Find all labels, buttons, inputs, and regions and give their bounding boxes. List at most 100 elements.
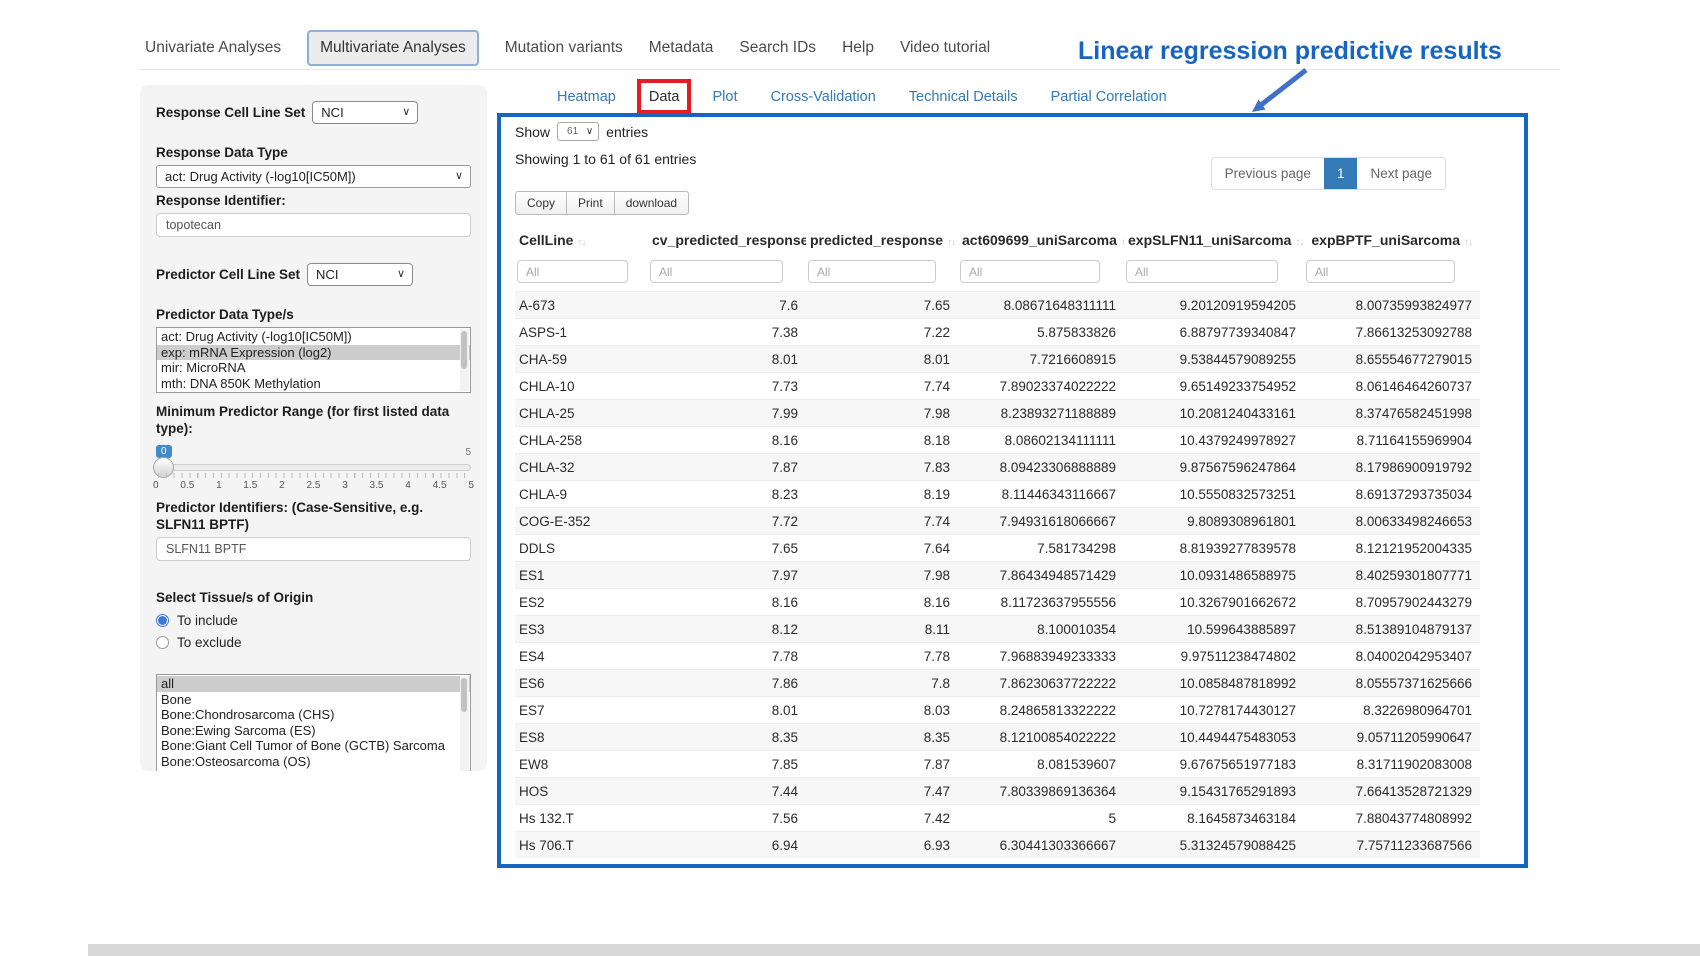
sort-icon[interactable]: ↑↓: [1121, 237, 1124, 248]
nav-item-univariate-analyses[interactable]: Univariate Analyses: [145, 39, 281, 57]
cellline-cell: ES8: [515, 724, 648, 751]
slider-track[interactable]: [156, 464, 471, 471]
predictor-identifiers-input[interactable]: [156, 537, 471, 561]
filter-input-predicted-response[interactable]: [808, 260, 936, 283]
response-data-type-select[interactable]: act: Drug Activity (-log10[IC50M]): [156, 165, 471, 188]
value-cell: 7.74: [806, 508, 958, 535]
tab-partial-correlation[interactable]: Partial Correlation: [1051, 89, 1167, 105]
predictor-data-types-listbox[interactable]: act: Drug Activity (-log10[IC50M])exp: m…: [156, 327, 471, 393]
radio-button-to-exclude[interactable]: [156, 636, 169, 649]
nav-item-multivariate-analyses[interactable]: Multivariate Analyses: [307, 30, 479, 66]
value-cell: 7.56: [648, 805, 806, 832]
tissue-option-bone-sarcoma[interactable]: Bone:Sarcoma: [157, 769, 470, 771]
nav-item-help[interactable]: Help: [842, 39, 874, 57]
nav-item-search-ids[interactable]: Search IDs: [739, 39, 816, 57]
nav-item-metadata[interactable]: Metadata: [649, 39, 714, 57]
tissue-option-bone[interactable]: Bone: [157, 692, 470, 708]
tissue-option-bone-osteosarcoma-os[interactable]: Bone:Osteosarcoma (OS): [157, 754, 470, 770]
value-cell: 10.7278174430127: [1124, 697, 1304, 724]
value-cell: 9.20120919594205: [1124, 292, 1304, 319]
table-row: CHLA-2588.168.188.0860213411111110.43792…: [515, 427, 1480, 454]
copy-button[interactable]: Copy: [515, 191, 567, 215]
tab-technical-details[interactable]: Technical Details: [909, 89, 1018, 105]
data-type-option-mth-dna-850k-methylation[interactable]: mth: DNA 850K Methylation: [157, 376, 470, 392]
filter-input-expslfn11-unisarcoma[interactable]: [1126, 260, 1278, 283]
value-cell: 7.96883949233333: [958, 643, 1124, 670]
show-entries-select[interactable]: 61: [557, 122, 599, 141]
header-row: CellLine↑↓cv_predicted_response↑↓predict…: [515, 223, 1480, 258]
column-header-expslfn11-unisarcoma[interactable]: expSLFN11_uniSarcoma↑↓: [1124, 223, 1304, 258]
print-button[interactable]: Print: [566, 191, 615, 215]
sort-icon[interactable]: ↑↓: [1464, 237, 1472, 248]
page-number-button[interactable]: 1: [1324, 158, 1358, 189]
value-cell: 8.31711902083008: [1304, 751, 1480, 778]
column-header-act609699-unisarcoma[interactable]: act609699_uniSarcoma↑↓: [958, 223, 1124, 258]
tissue-option-bone-ewing-sarcoma-es[interactable]: Bone:Ewing Sarcoma (ES): [157, 723, 470, 739]
sort-icon[interactable]: ↑↓: [1295, 237, 1303, 248]
value-cell: 8.05557371625666: [1304, 670, 1480, 697]
tab-heatmap[interactable]: Heatmap: [557, 89, 616, 105]
nav-item-mutation-variants[interactable]: Mutation variants: [505, 39, 623, 57]
value-cell: 8.69137293735034: [1304, 481, 1480, 508]
value-cell: 10.0858487818992: [1124, 670, 1304, 697]
tab-plot[interactable]: Plot: [712, 89, 737, 105]
result-tabs: Heatmap Data Plot Cross-Validation Technical…: [557, 89, 1167, 105]
download-button[interactable]: download: [614, 191, 689, 215]
column-header-cellline[interactable]: CellLine↑↓: [515, 223, 648, 258]
slider-tick-label: 0.5: [180, 480, 194, 491]
predictor-cell-line-set-select[interactable]: NCI: [307, 263, 413, 286]
tab-cross-validation[interactable]: Cross-Validation: [770, 89, 875, 105]
min-predictor-range-slider[interactable]: 0 5 00.511.522.533.544.55: [156, 445, 471, 493]
value-cell: 7.78: [806, 643, 958, 670]
response-identifier-input[interactable]: [156, 213, 471, 237]
listbox-scrollbar[interactable]: [460, 329, 469, 391]
value-cell: 7.88043774808992: [1304, 805, 1480, 832]
value-cell: 8.3226980964701: [1304, 697, 1480, 724]
sort-icon[interactable]: ↑↓: [947, 237, 955, 248]
value-cell: 8.01: [806, 346, 958, 373]
tab-data[interactable]: Data: [649, 89, 680, 105]
value-cell: 7.80339869136364: [958, 778, 1124, 805]
response-cell-line-set-select[interactable]: NCI: [312, 101, 418, 124]
value-cell: 8.40259301807771: [1304, 562, 1480, 589]
tissue-option-all[interactable]: all: [157, 676, 470, 692]
listbox-scrollbar[interactable]: [460, 676, 469, 771]
tissue-option-bone-giant-cell-tumor-of-bone-gctb-sarcoma[interactable]: Bone:Giant Cell Tumor of Bone (GCTB) Sar…: [157, 738, 470, 754]
radio-row-to-exclude[interactable]: To exclude: [156, 635, 471, 650]
filter-input-cellline[interactable]: [517, 260, 628, 283]
entries-label: entries: [606, 124, 648, 140]
filter-input-cv-predicted-response[interactable]: [650, 260, 783, 283]
column-header-cv-predicted-response[interactable]: cv_predicted_response↑↓: [648, 223, 806, 258]
previous-page-button[interactable]: Previous page: [1212, 158, 1324, 189]
slider-tick-label: 4: [405, 480, 411, 491]
radio-row-to-include[interactable]: To include: [156, 613, 471, 628]
response-cell-line-set-row: Response Cell Line Set NCI: [156, 101, 471, 124]
filter-input-act609699-unisarcoma[interactable]: [960, 260, 1100, 283]
tissue-option-bone-chondrosarcoma-chs[interactable]: Bone:Chondrosarcoma (CHS): [157, 707, 470, 723]
value-cell: 9.15431765291893: [1124, 778, 1304, 805]
value-cell: 8.1645873463184: [1124, 805, 1304, 832]
table-row: Hs 132.T7.567.4258.16458734631847.880437…: [515, 805, 1480, 832]
radio-button-to-include[interactable]: [156, 614, 169, 627]
value-cell: 8.03: [806, 697, 958, 724]
filter-input-expbptf-unisarcoma[interactable]: [1306, 260, 1455, 283]
value-cell: 6.30441303366667: [958, 832, 1124, 859]
data-type-option-exp-mrna-expression-log2[interactable]: exp: mRNA Expression (log2): [157, 345, 470, 361]
value-cell: 8.12121952004335: [1304, 535, 1480, 562]
value-cell: 7.94931618066667: [958, 508, 1124, 535]
value-cell: 10.0931486588975: [1124, 562, 1304, 589]
value-cell: 8.09423306888889: [958, 454, 1124, 481]
predictor-data-types-label: Predictor Data Type/s: [156, 306, 471, 323]
data-type-option-mir-microrna[interactable]: mir: MicroRNA: [157, 360, 470, 376]
sidebar-form: Response Cell Line Set NCI Response Data…: [140, 85, 487, 771]
value-cell: 7.72: [648, 508, 806, 535]
next-page-button[interactable]: Next page: [1357, 158, 1445, 189]
tissue-listbox[interactable]: allBoneBone:Chondrosarcoma (CHS)Bone:Ewi…: [156, 674, 471, 771]
value-cell: 7.83: [806, 454, 958, 481]
column-header-expbptf-unisarcoma[interactable]: expBPTF_uniSarcoma↑↓: [1304, 223, 1480, 258]
column-header-predicted-response[interactable]: predicted_response↑↓: [806, 223, 958, 258]
sort-icon[interactable]: ↑↓: [577, 237, 585, 248]
data-type-option-act-drug-activity-log10-ic50m[interactable]: act: Drug Activity (-log10[IC50M]): [157, 329, 470, 345]
value-cell: 9.05711205990647: [1304, 724, 1480, 751]
nav-item-video-tutorial[interactable]: Video tutorial: [900, 39, 990, 57]
